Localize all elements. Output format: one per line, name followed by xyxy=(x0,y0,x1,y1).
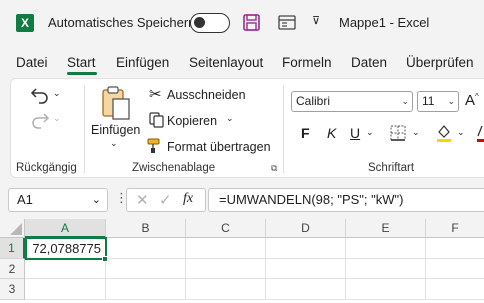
cell-f3[interactable] xyxy=(426,279,484,300)
fill-handle[interactable] xyxy=(102,256,108,262)
cell-e1[interactable] xyxy=(346,238,426,259)
toggle-knob xyxy=(194,17,205,28)
cut-button[interactable]: Ausschneiden xyxy=(167,88,246,102)
autosave-toggle[interactable] xyxy=(190,13,230,33)
column-header-d[interactable]: D xyxy=(266,219,346,238)
cell-a3[interactable] xyxy=(25,279,106,300)
font-color-icon[interactable] xyxy=(477,123,484,143)
form-icon[interactable] xyxy=(278,14,296,31)
tab-seitenlayout[interactable]: Seitenlayout xyxy=(189,55,263,70)
underline-button[interactable]: U xyxy=(350,125,360,141)
tab-formeln[interactable]: Formeln xyxy=(282,55,332,70)
column-header-e[interactable]: E xyxy=(346,219,426,238)
name-box[interactable]: A1 ⌄ xyxy=(8,188,108,212)
save-icon[interactable] xyxy=(243,14,260,31)
copy-button[interactable]: Kopieren xyxy=(167,114,217,128)
paste-icon[interactable] xyxy=(100,85,132,121)
cell-b2[interactable] xyxy=(106,259,186,279)
cell-f1[interactable] xyxy=(426,238,484,259)
tab-ueberpruefen[interactable]: Überprüfen xyxy=(406,55,474,70)
borders-icon[interactable] xyxy=(390,125,406,141)
cell-d3[interactable] xyxy=(266,279,346,300)
italic-button[interactable]: K xyxy=(327,125,336,141)
format-painter-icon[interactable] xyxy=(147,138,164,154)
cell-c2[interactable] xyxy=(186,259,266,279)
column-header-b[interactable]: B xyxy=(106,219,186,238)
enter-icon: ✓ xyxy=(159,192,172,209)
redo-dropdown-icon: ⌄ xyxy=(53,113,61,123)
format-painter-button[interactable]: Format übertragen xyxy=(167,140,271,154)
font-size-combo[interactable]: 11 ⌄ xyxy=(417,91,459,112)
copy-icon[interactable] xyxy=(149,112,164,128)
formula-input[interactable]: =UMWANDELN(98; "PS"; "kW") xyxy=(208,188,484,212)
tab-datei[interactable]: Datei xyxy=(16,55,48,70)
excel-icon: X xyxy=(16,14,34,32)
fill-color-icon[interactable] xyxy=(436,123,452,143)
customize-quick-access-icon[interactable]: ⊽ xyxy=(312,14,320,27)
chevron-down-icon: ⌄ xyxy=(91,194,101,206)
column-header-f[interactable]: F xyxy=(426,219,484,238)
cell-f2[interactable] xyxy=(426,259,484,279)
tab-start[interactable]: Start xyxy=(67,55,96,70)
row-header-1[interactable]: 1 xyxy=(0,238,25,259)
cell-e3[interactable] xyxy=(346,279,426,300)
copy-dropdown-icon[interactable]: ⌄ xyxy=(226,113,234,124)
autosave-label: Automatisches Speichern xyxy=(48,15,196,30)
bold-button[interactable]: F xyxy=(301,125,310,141)
row-header-3[interactable]: 3 xyxy=(0,279,25,300)
column-header-a[interactable]: A xyxy=(25,219,106,238)
paste-button[interactable]: Einfügen xyxy=(91,123,140,137)
document-title: Mappe1 - Excel xyxy=(339,15,430,30)
tab-daten[interactable]: Daten xyxy=(351,55,387,70)
font-name-value: Calibri xyxy=(296,94,331,108)
cell-e2[interactable] xyxy=(346,259,426,279)
row-header-2[interactable]: 2 xyxy=(0,259,25,279)
cell-c1[interactable] xyxy=(186,238,266,259)
cell-a1[interactable]: 72,0788775 xyxy=(25,237,107,260)
cell-b3[interactable] xyxy=(106,279,186,300)
cell-d2[interactable] xyxy=(266,259,346,279)
tab-einfuegen[interactable]: Einfügen xyxy=(116,55,169,70)
insert-function-button[interactable]: fx xyxy=(183,191,193,207)
font-size-value: 11 xyxy=(422,94,435,108)
chevron-down-icon: ⌄ xyxy=(447,96,455,106)
cell-a2[interactable] xyxy=(25,259,106,279)
scissors-icon[interactable]: ✂ xyxy=(149,85,162,103)
cell-b1[interactable] xyxy=(106,238,186,259)
font-group-label: Schriftart xyxy=(368,162,415,174)
fill-color-dropdown-icon[interactable]: ⌄ xyxy=(457,127,465,138)
undo-icon[interactable] xyxy=(30,86,50,104)
paste-dropdown-icon[interactable]: ⌄ xyxy=(110,138,118,149)
clipboard-group-label: Zwischenablage xyxy=(132,162,216,174)
formula-buttons: ✕ ✓ fx xyxy=(126,188,206,212)
undo-group-label: Rückgängig xyxy=(16,162,77,174)
column-header-c[interactable]: C xyxy=(186,219,266,238)
dialog-launcher-icon[interactable]: ⧉ xyxy=(271,163,277,174)
select-all-button[interactable] xyxy=(0,219,25,238)
font-name-combo[interactable]: Calibri ⌄ xyxy=(291,91,413,112)
grow-font-icon[interactable]: A^ xyxy=(465,92,479,109)
cancel-icon: ✕ xyxy=(136,192,149,209)
active-tab-indicator xyxy=(67,72,97,75)
chevron-down-icon: ⌄ xyxy=(401,96,409,106)
underline-dropdown-icon[interactable]: ⌄ xyxy=(366,127,374,138)
group-divider xyxy=(84,85,85,173)
name-box-value: A1 xyxy=(17,192,33,207)
redo-icon xyxy=(32,113,50,129)
borders-dropdown-icon[interactable]: ⌄ xyxy=(412,127,420,138)
select-all-icon xyxy=(10,223,22,235)
group-divider xyxy=(283,85,284,173)
cell-d1[interactable] xyxy=(266,238,346,259)
cell-c3[interactable] xyxy=(186,279,266,300)
undo-dropdown-icon[interactable]: ⌄ xyxy=(53,88,61,99)
